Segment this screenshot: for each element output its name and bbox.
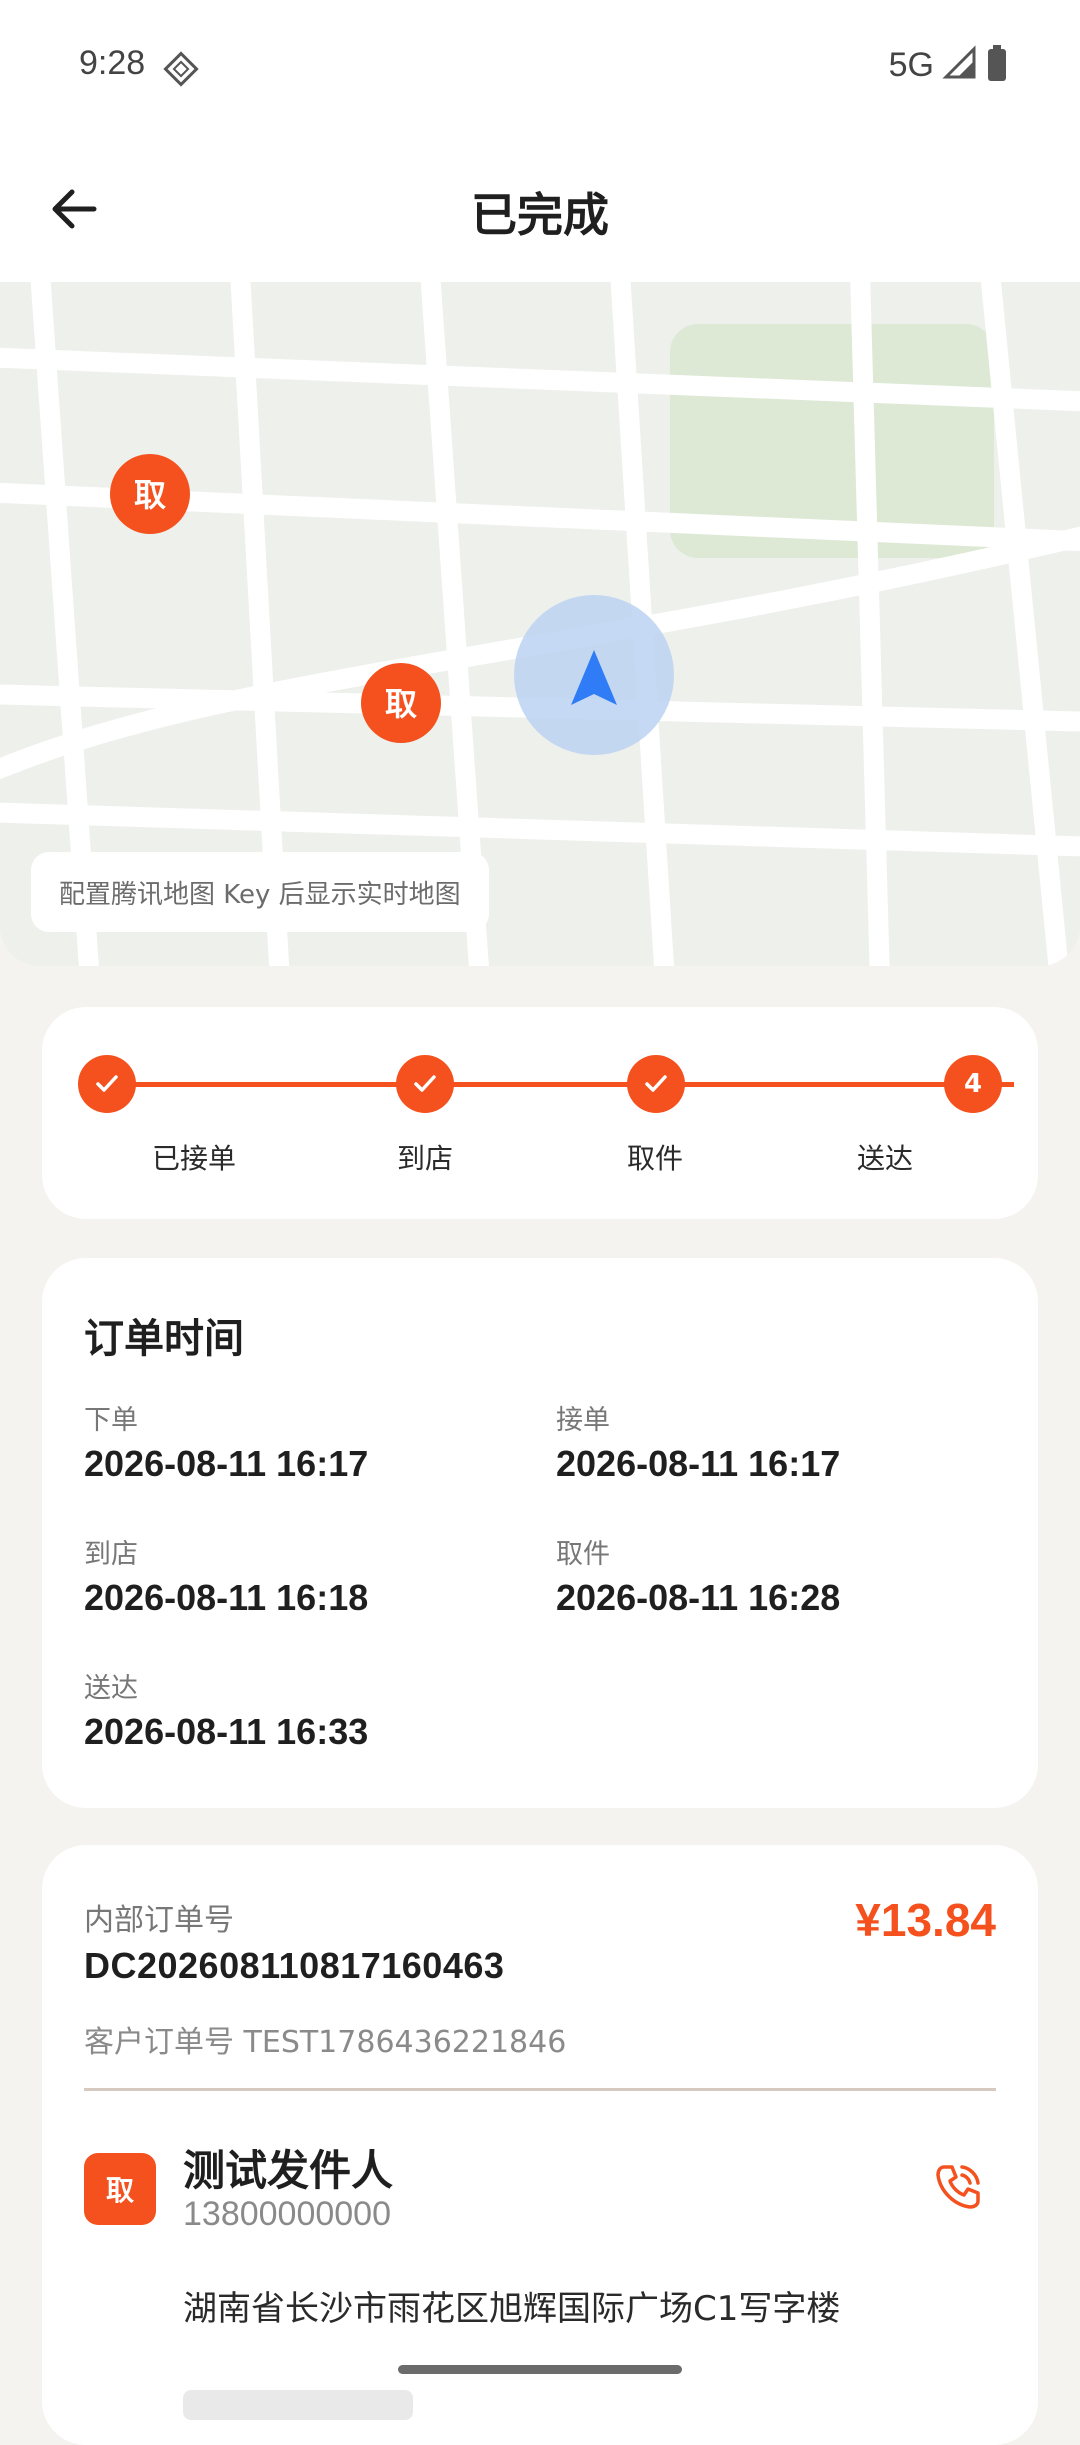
svg-text:取: 取 [134, 476, 166, 514]
battery-icon [986, 44, 1008, 86]
pickup-marker[interactable]: 取 [110, 454, 190, 534]
progress-line [107, 1082, 1014, 1087]
step-label: 取件 [626, 1142, 683, 1175]
divider [84, 2088, 996, 2091]
time-label: 到店 [84, 1539, 138, 1570]
internal-order-number: DC202608110817160463 [84, 1945, 505, 1986]
time-value: 2026-08-11 16:18 [84, 1577, 369, 1618]
next-contact-partial [183, 2390, 413, 2420]
sender-address: 湖南省长沙市雨花区旭辉国际广场C1写字楼 [183, 2289, 841, 2329]
signal-icon [942, 45, 978, 85]
home-indicator[interactable] [398, 2365, 682, 2374]
time-label: 取件 [556, 1539, 610, 1570]
step-label: 到店 [396, 1142, 453, 1175]
sender-name: 测试发件人 [183, 2146, 394, 2195]
check-icon [414, 1075, 436, 1092]
network-type: 5G [888, 45, 934, 84]
status-right: 5G [889, 44, 1008, 86]
map-key-notice: 配置腾讯地图 Key 后显示实时地图 [31, 852, 489, 932]
time-label: 接单 [556, 1405, 610, 1436]
time-value: 2026-08-11 16:33 [84, 1711, 369, 1752]
order-price: ¥13.84 [855, 1894, 996, 1946]
step-pickup-check [627, 1055, 685, 1113]
progress-card: 4 已接单 到店 取件 送达 [42, 1007, 1038, 1219]
top-app-bar: 已完成 [0, 135, 1080, 282]
notification-icon [162, 50, 200, 92]
order-time-card: 订单时间 下单 2026-08-11 16:17 接单 2026-08-11 1… [42, 1258, 1038, 1808]
step-accepted-check [78, 1055, 136, 1113]
status-time: 9:28 [79, 44, 146, 82]
map-view[interactable]: 取 取 配置腾讯地图 Key 后显示实时地图 [0, 282, 1080, 966]
step-label: 已接单 [151, 1142, 236, 1175]
order-info-card: 内部订单号 DC202608110817160463 ¥13.84 客户订单号 … [42, 1845, 1038, 2445]
call-button[interactable] [926, 2155, 990, 2219]
status-bar: 9:28 5G [0, 0, 1080, 135]
sender-phone: 13800000000 [183, 2195, 392, 2233]
check-icon [645, 1075, 667, 1092]
pickup-badge: 取 [84, 2153, 156, 2225]
customer-order-number: 客户订单号 TEST1786436221846 [84, 2025, 567, 2060]
internal-order-label: 内部订单号 [84, 1903, 234, 1938]
step-label: 送达 [856, 1142, 913, 1175]
step-delivered-number: 4 [944, 1055, 1002, 1113]
page-title: 已完成 [471, 188, 609, 242]
check-icon [96, 1075, 118, 1092]
order-time-title: 订单时间 [84, 1316, 244, 1362]
svg-text:取: 取 [385, 685, 417, 723]
time-value: 2026-08-11 16:28 [556, 1577, 841, 1618]
time-label: 下单 [84, 1405, 138, 1436]
time-value: 2026-08-11 16:17 [84, 1443, 369, 1484]
phone-call-icon [936, 2165, 980, 2209]
pickup-marker[interactable]: 取 [361, 663, 441, 743]
step-arrived-check [396, 1055, 454, 1113]
time-label: 送达 [84, 1673, 138, 1704]
time-value: 2026-08-11 16:17 [556, 1443, 841, 1484]
